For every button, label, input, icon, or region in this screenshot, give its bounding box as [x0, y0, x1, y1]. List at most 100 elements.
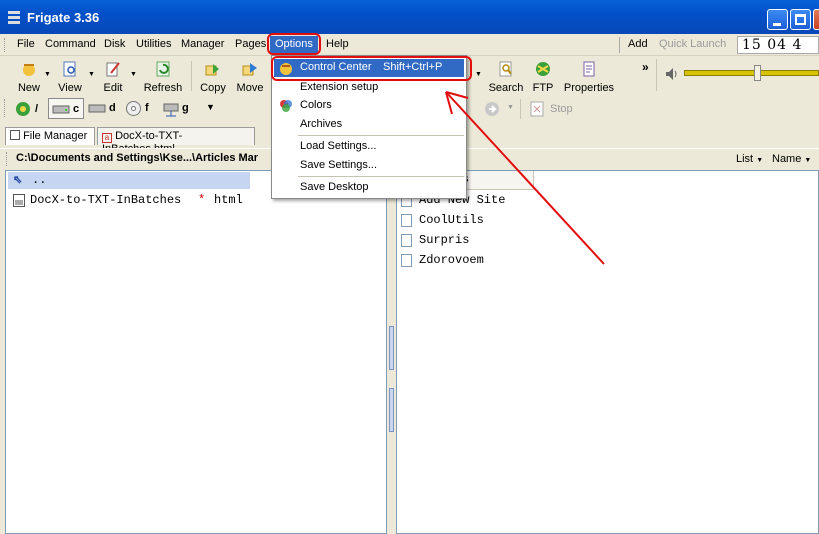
menu-separator — [298, 176, 464, 177]
html-file-icon: a — [102, 133, 112, 143]
options-highlight-outline — [267, 33, 321, 55]
drive-c-button[interactable]: c — [48, 98, 84, 119]
view-icon — [63, 61, 76, 77]
menubar-divider — [619, 37, 620, 53]
copy-label: Copy — [200, 82, 226, 94]
stop-button[interactable]: Stop — [550, 103, 573, 115]
edit-label: Edit — [103, 82, 123, 94]
drive-toolbar-grip — [4, 99, 7, 117]
move-button[interactable]: Move — [235, 60, 265, 94]
control-center-highlight-outline — [271, 56, 472, 81]
file-manager-icon — [10, 130, 20, 140]
refresh-button[interactable]: Refresh — [142, 60, 184, 94]
new-dropdown-icon[interactable]: ▼ — [44, 71, 51, 78]
drives-dropdown-icon[interactable]: ▼ — [206, 102, 215, 112]
hard-drive-icon — [88, 104, 106, 113]
extension-setup-menu-item[interactable]: Extension setup — [300, 81, 378, 93]
list-view-label: List — [736, 153, 754, 165]
list-view-button[interactable]: List ▼ — [736, 153, 763, 165]
refresh-icon — [156, 61, 170, 77]
drive-d-label[interactable]: d — [109, 102, 116, 114]
refresh-label: Refresh — [143, 82, 183, 94]
copy-button[interactable]: Copy — [198, 60, 228, 94]
new-icon — [23, 64, 35, 76]
volume-slider-handle[interactable] — [754, 65, 761, 81]
root-drive-icon — [16, 102, 30, 116]
window-title: Frigate 3.36 — [27, 10, 100, 25]
new-button[interactable]: New — [16, 60, 42, 94]
menu-utilities[interactable]: Utilities — [136, 38, 171, 50]
drive-g-label[interactable]: g — [182, 102, 189, 114]
file-name: DocX-to-TXT-InBatches — [30, 193, 182, 207]
menu-separator — [298, 135, 464, 136]
search-icon — [499, 61, 512, 77]
drive-f-label[interactable]: f — [145, 102, 149, 114]
sort-name-button[interactable]: Name ▼ — [772, 153, 811, 165]
toolbar-dropdown-icon[interactable]: ▼ — [475, 71, 482, 78]
splitter-handle-left[interactable] — [389, 326, 394, 370]
maximize-button[interactable] — [790, 9, 811, 30]
file-row[interactable]: DocX-to-TXT-InBatches * html — [8, 192, 308, 209]
minimize-button[interactable] — [767, 9, 788, 30]
menu-manager[interactable]: Manager — [181, 38, 224, 50]
properties-label: Properties — [563, 82, 615, 94]
ftp-icon — [536, 62, 550, 76]
ftp-button[interactable]: FTP — [530, 60, 556, 94]
tab-doc[interactable]: a DocX-to-TXT-InBatches.html — [97, 127, 255, 155]
search-button[interactable]: Search — [487, 60, 525, 94]
save-desktop-menu-item[interactable]: Save Desktop — [300, 181, 368, 193]
colors-icon — [280, 100, 292, 112]
list-item-label: CoolUtils — [419, 213, 484, 227]
volume-icon — [666, 68, 677, 80]
splitter-handle-right[interactable] — [389, 388, 394, 432]
edit-dropdown-icon[interactable]: ▼ — [130, 71, 137, 78]
pathbar-grip — [6, 152, 9, 166]
list-item[interactable]: CoolUtils — [401, 212, 701, 230]
forward-icon[interactable] — [484, 101, 500, 117]
close-button[interactable] — [813, 9, 819, 30]
list-dropdown-icon: ▼ — [756, 157, 764, 164]
archives-menu-item[interactable]: Archives — [300, 118, 342, 130]
toolbar-separator — [520, 99, 521, 119]
current-path[interactable]: C:\Documents and Settings\Kse...\Article… — [16, 152, 258, 164]
ftp-label: FTP — [532, 82, 554, 94]
list-item-label: Zdorovoem — [419, 253, 484, 267]
new-label: New — [17, 82, 40, 94]
menu-help[interactable]: Help — [326, 38, 349, 50]
up-arrow-icon: ⇖ — [13, 174, 23, 186]
view-dropdown-icon[interactable]: ▼ — [88, 71, 95, 78]
properties-button[interactable]: Properties — [562, 60, 616, 94]
toolbar-overflow-icon[interactable]: » — [642, 60, 649, 74]
menu-command[interactable]: Command — [45, 38, 96, 50]
tab-file-manager[interactable]: File Manager — [5, 127, 95, 145]
document-icon — [401, 254, 412, 267]
document-icon — [401, 214, 412, 227]
save-settings-menu-item[interactable]: Save Settings... — [300, 159, 377, 171]
colors-menu-item[interactable]: Colors — [300, 99, 332, 111]
document-icon — [401, 234, 412, 247]
parent-dir-row[interactable]: ⇖ .. — [8, 172, 250, 189]
pane-splitter[interactable] — [387, 170, 396, 534]
quick-launch[interactable]: Quick Launch — [659, 38, 726, 50]
html-file-icon — [13, 194, 25, 207]
left-file-pane[interactable]: ⇖ .. DocX-to-TXT-InBatches * html — [5, 170, 387, 534]
move-icon — [242, 63, 257, 76]
root-drive-label[interactable]: / — [35, 103, 38, 115]
hard-drive-icon — [52, 105, 70, 114]
add-menu[interactable]: Add — [628, 38, 648, 50]
volume-slider[interactable] — [684, 70, 819, 76]
list-item[interactable]: Surpris — [401, 232, 701, 250]
cd-drive-icon — [126, 101, 141, 116]
menu-file[interactable]: File — [17, 38, 35, 50]
menu-disk[interactable]: Disk — [104, 38, 125, 50]
edit-button[interactable]: Edit — [100, 60, 126, 94]
view-button[interactable]: View — [56, 60, 84, 94]
view-label: View — [58, 82, 82, 94]
properties-icon — [583, 61, 595, 77]
list-item[interactable]: Zdorovoem — [401, 252, 701, 270]
menu-pages[interactable]: Pages — [235, 38, 266, 50]
edit-icon — [106, 62, 120, 77]
forward-dropdown-icon[interactable]: ▼ — [507, 104, 514, 111]
right-file-pane[interactable]: s Add New Site CoolUtils Surpris Zdorovo… — [396, 170, 819, 534]
load-settings-menu-item[interactable]: Load Settings... — [300, 140, 376, 152]
